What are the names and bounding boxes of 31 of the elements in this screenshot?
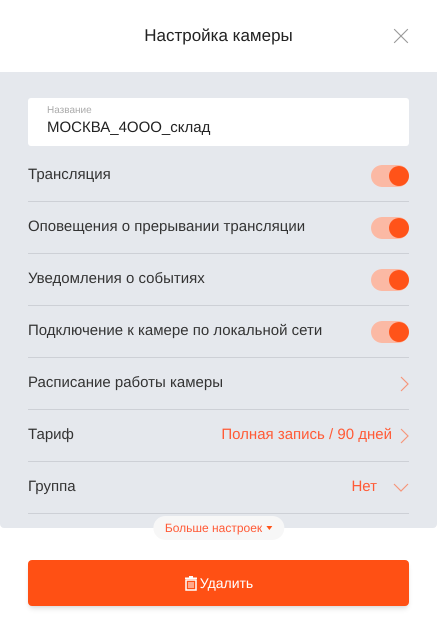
row-value: Нет — [351, 477, 377, 498]
settings-row[interactable]: Уведомления о событиях — [28, 254, 409, 306]
settings-row[interactable]: Оповещения о прерывании трансляции — [28, 202, 409, 254]
toggle-switch[interactable] — [371, 164, 409, 186]
row-label: Уведомления о событиях — [28, 269, 205, 290]
caret-down-icon — [266, 526, 272, 530]
settings-row[interactable]: Трансляция — [28, 150, 409, 202]
close-icon — [393, 28, 409, 44]
chevron-right-icon — [400, 376, 409, 392]
row-label: Оповещения о прерывании трансляции — [28, 217, 306, 238]
close-button[interactable] — [393, 28, 409, 44]
dialog-title: Настройка камеры — [144, 25, 293, 48]
toggle-switch[interactable] — [371, 320, 409, 342]
row-label: Группа — [28, 477, 76, 498]
chevron-right-icon — [400, 428, 409, 444]
toggle-switch[interactable] — [371, 268, 409, 290]
settings-row[interactable]: Расписание работы камеры — [28, 358, 409, 410]
row-label: Трансляция — [28, 165, 111, 186]
row-label: Подключение к камере по локальной сети — [28, 321, 322, 342]
row-label: Тариф — [28, 425, 74, 446]
settings-row[interactable]: Тариф Полная запись / 90 дней — [28, 410, 409, 462]
settings-row[interactable]: Подключение к камере по локальной сети — [28, 306, 409, 358]
name-input[interactable]: МОСКВА_4ООО_склад — [47, 117, 390, 139]
chevron-down-icon — [393, 483, 409, 492]
row-label: Расписание работы камеры — [28, 373, 223, 394]
name-field[interactable]: Название МОСКВА_4ООО_склад — [28, 98, 409, 146]
field-label: Название — [47, 105, 93, 117]
toggle-switch[interactable] — [371, 216, 409, 238]
row-value: Полная запись / 90 дней — [221, 425, 392, 446]
settings-row[interactable]: Группа Нет — [28, 462, 409, 514]
trash-icon — [184, 575, 198, 591]
